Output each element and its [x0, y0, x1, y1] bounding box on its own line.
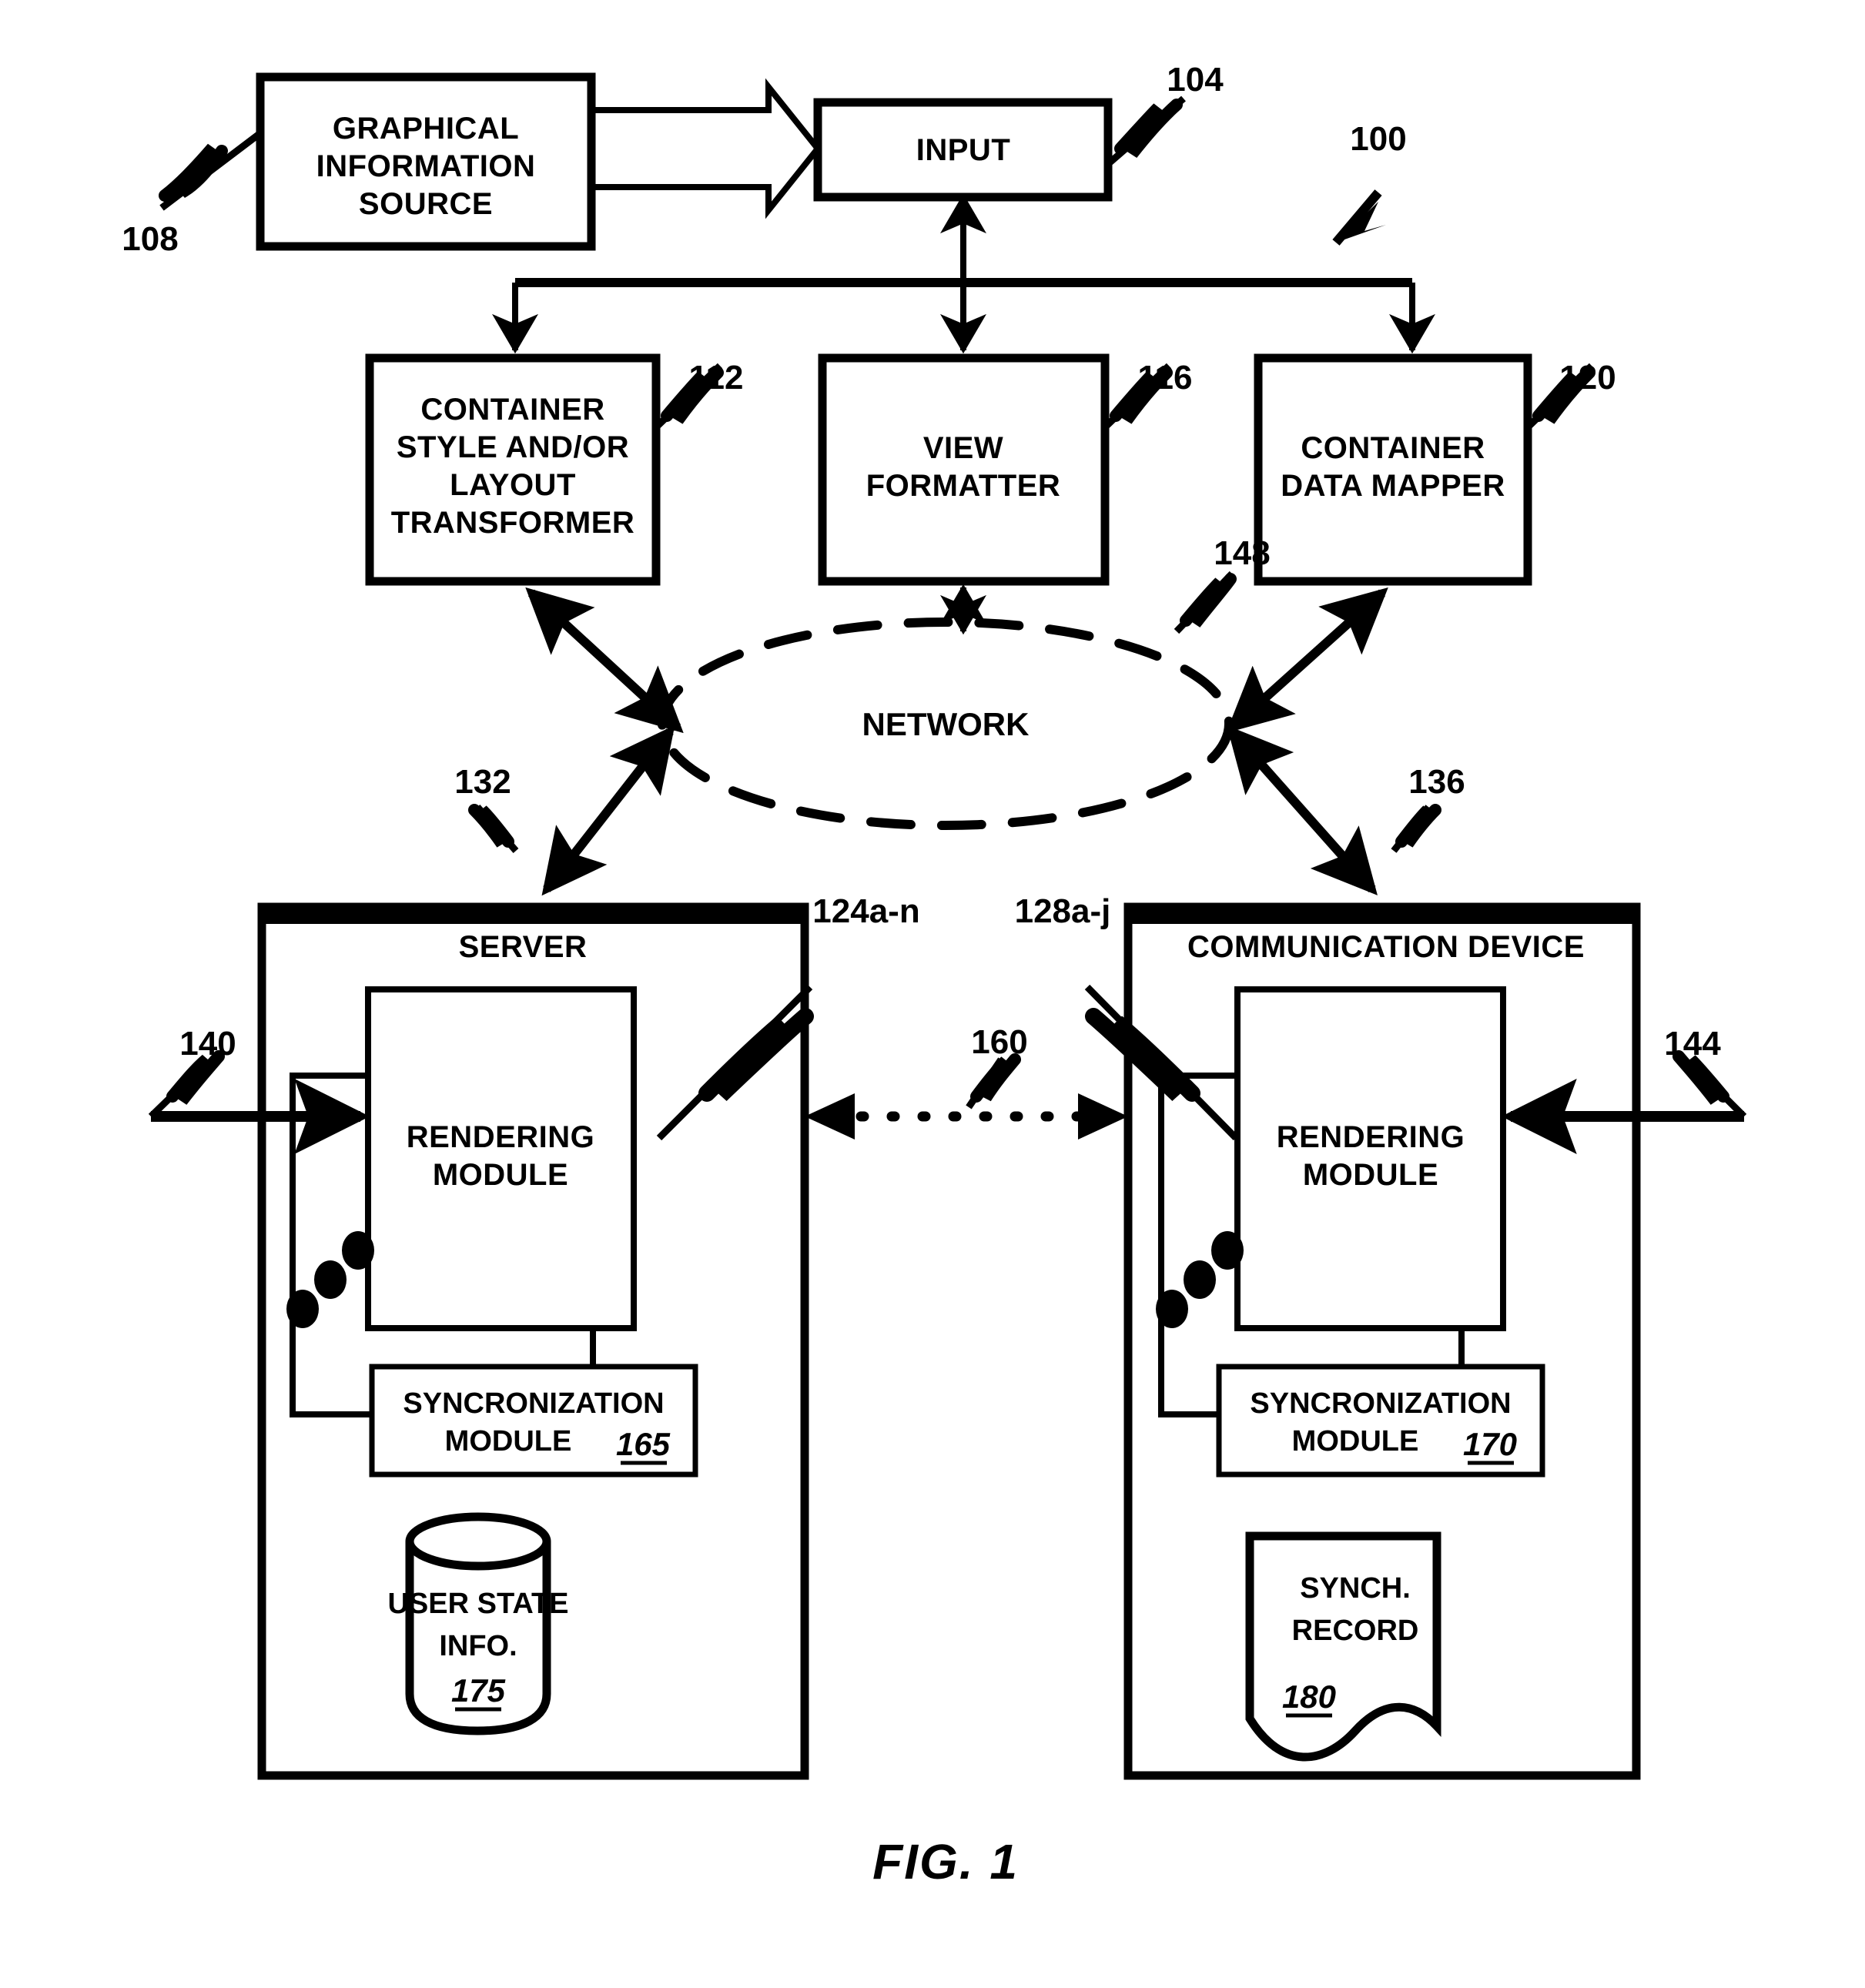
input-box	[813, 98, 1113, 202]
server-top-band	[262, 907, 805, 924]
cd-stack-dot-2-icon	[1184, 1260, 1216, 1299]
stack-dot-1-icon	[342, 1231, 374, 1270]
user-state-cylinder-top	[405, 1512, 551, 1571]
peer-link-arrow-left	[805, 1093, 855, 1140]
view-formatter-box	[818, 353, 1110, 586]
container-data-mapper-box	[1254, 353, 1532, 586]
squiggle-136	[1395, 804, 1441, 848]
network-cloud	[658, 617, 1234, 830]
squiggle-140	[166, 1050, 225, 1105]
communication-device-top-band	[1128, 907, 1636, 924]
squiggle-116	[1110, 366, 1173, 424]
cd-stack-dot-1-icon	[1211, 1231, 1244, 1270]
server-rendering-module-box	[365, 986, 637, 1331]
arrow-network-server	[541, 725, 675, 896]
squiggle-120	[1532, 366, 1595, 424]
arrow-transformer-network	[525, 587, 684, 734]
figure-canvas	[148, 72, 1747, 1780]
squiggle-148	[1180, 573, 1237, 628]
stack-dot-2-icon	[314, 1260, 347, 1299]
squiggle-112	[661, 366, 724, 424]
cd-stack-dot-3-icon	[1156, 1290, 1188, 1328]
block-arrow-source-to-input	[591, 78, 822, 219]
peer-link-arrow-right	[1078, 1093, 1128, 1140]
arrow-data-mapper-network	[1226, 587, 1388, 734]
squiggle-132	[468, 804, 514, 848]
server-sync-module-box	[369, 1364, 698, 1478]
container-style-layout-transformer-box	[365, 353, 661, 586]
squiggle-144	[1672, 1050, 1729, 1105]
cd-sync-module-box	[1216, 1364, 1545, 1478]
cd-rendering-module-box	[1234, 986, 1506, 1331]
stack-dot-3-icon	[286, 1290, 319, 1328]
arrow-network-communication-device	[1227, 725, 1378, 895]
squiggle-108	[159, 143, 228, 202]
patent-figure-1: GRAPHICAL INFORMATION SOURCE 108 INPUT 1…	[0, 0, 1865, 1988]
squiggle-160	[970, 1053, 1021, 1103]
graphical-information-source-box	[256, 72, 596, 251]
squiggle-104	[1114, 99, 1183, 158]
